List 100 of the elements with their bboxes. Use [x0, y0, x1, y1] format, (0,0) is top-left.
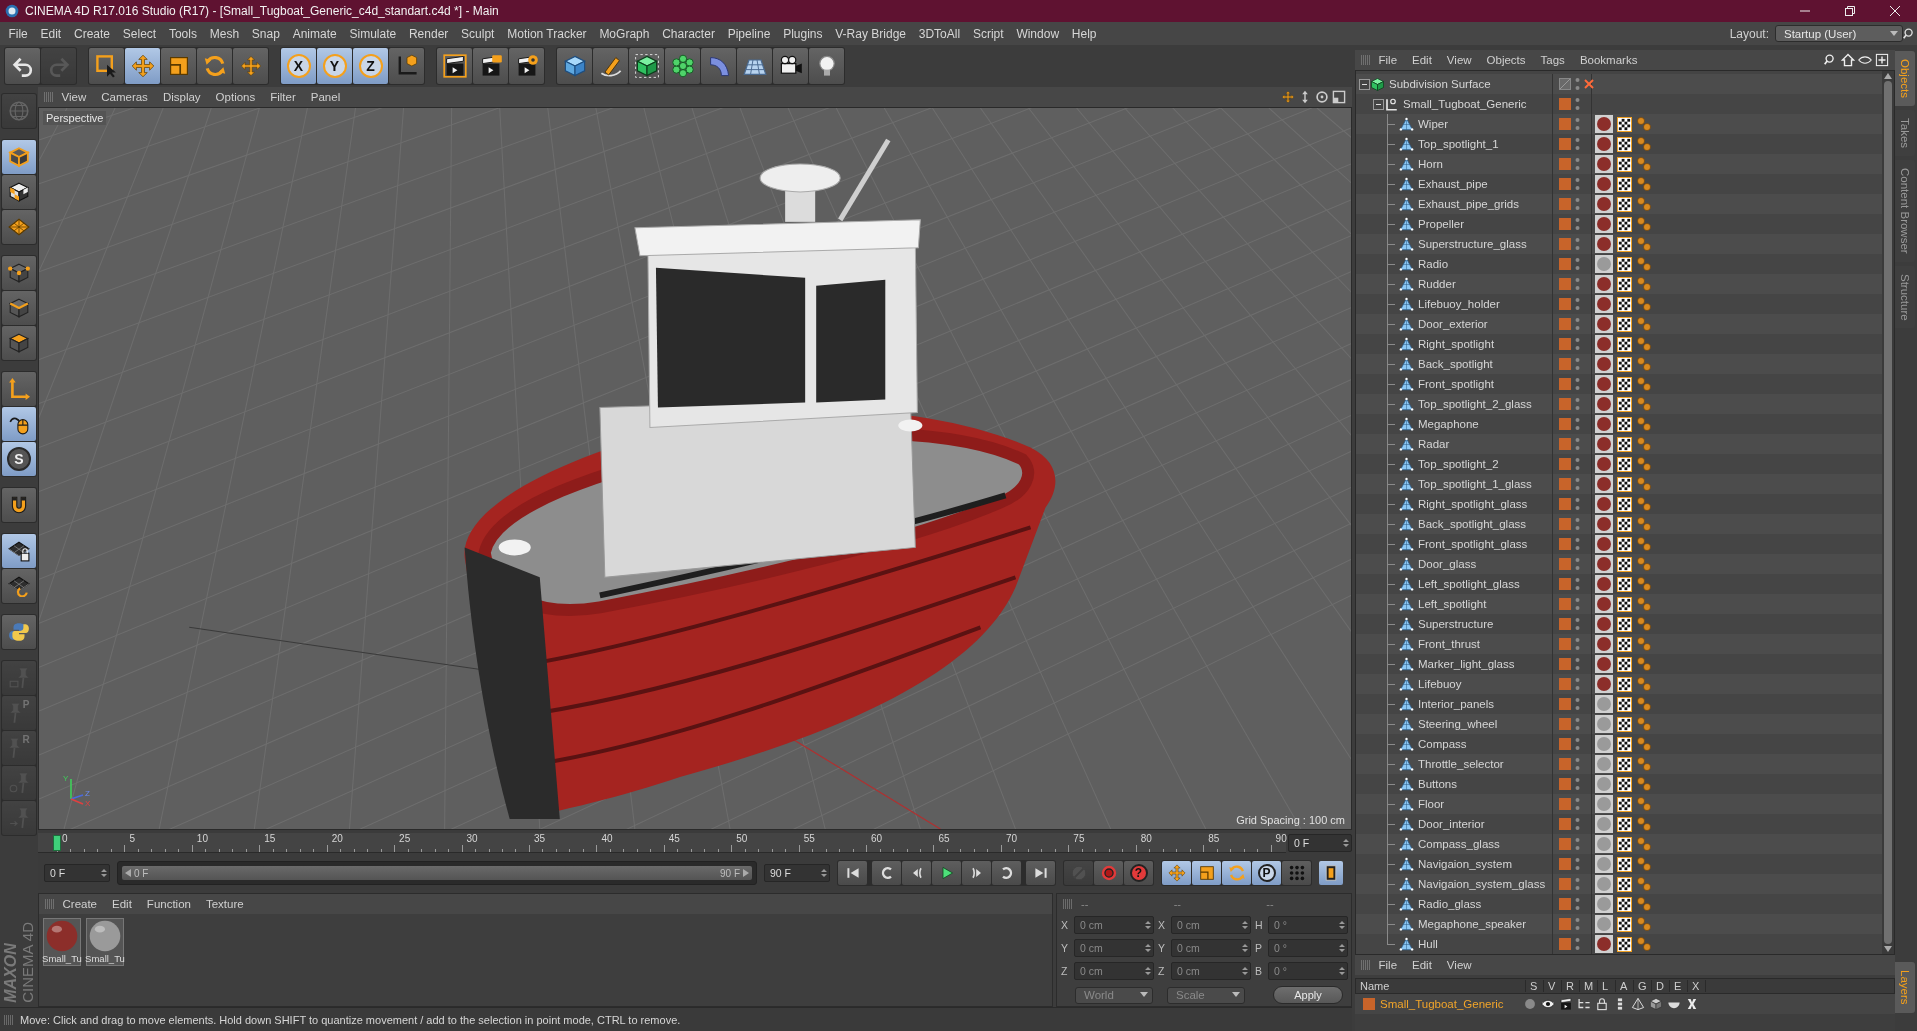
tool-button[interactable] [2, 291, 36, 325]
checker-tag-icon[interactable] [1617, 936, 1632, 952]
column-header[interactable]: L [1598, 980, 1616, 992]
visibility-dots-icon[interactable] [1575, 817, 1580, 831]
two-dots-tag-icon[interactable] [1636, 316, 1652, 332]
checker-tag-icon[interactable] [1617, 196, 1632, 212]
scrollbar[interactable] [1882, 71, 1894, 954]
start-frame-field[interactable]: 0 F [44, 864, 110, 882]
visibility-dots-icon[interactable] [1575, 697, 1580, 711]
visibility-dots-icon[interactable] [1575, 237, 1580, 251]
menu-item[interactable]: Animate [286, 26, 344, 41]
visibility-dots-icon[interactable] [1575, 357, 1580, 371]
two-dots-tag-icon[interactable] [1636, 176, 1652, 192]
visibility-dots-icon[interactable] [1575, 337, 1580, 351]
checker-tag-icon[interactable] [1617, 176, 1632, 192]
material-tag-icon[interactable] [1595, 215, 1613, 233]
visibility-dots-icon[interactable] [1575, 877, 1580, 891]
checker-tag-icon[interactable] [1617, 416, 1632, 432]
tool-button[interactable]: Y [317, 48, 352, 84]
layer-row[interactable]: Small_Tugboat_Generic [1355, 994, 1895, 1014]
tree-row[interactable]: Compass_glass [1356, 834, 1882, 854]
visibility-dots-icon[interactable] [1575, 537, 1580, 551]
two-dots-tag-icon[interactable] [1636, 496, 1652, 512]
menu-item[interactable]: File [1371, 54, 1405, 66]
tool-button[interactable] [629, 48, 664, 84]
viewport[interactable]: Perspective Grid Spacing : 100 cm Y Z X [38, 107, 1352, 830]
two-dots-tag-icon[interactable] [1636, 296, 1652, 312]
tree-row[interactable]: Throttle_selector [1356, 754, 1882, 774]
visibility-dots-icon[interactable] [1575, 297, 1580, 311]
visibility-dots-icon[interactable] [1575, 837, 1580, 851]
visibility-dots-icon[interactable] [1575, 737, 1580, 751]
material-tag-icon[interactable] [1595, 235, 1613, 253]
visibility-dots-icon[interactable] [1575, 717, 1580, 731]
menu-item[interactable]: 3DToAll [912, 26, 967, 41]
tree-row[interactable]: Floor [1356, 794, 1882, 814]
tree-row[interactable]: Navigaion_system_glass [1356, 874, 1882, 894]
column-header[interactable]: Name [1356, 980, 1526, 992]
tool-button[interactable] [89, 48, 124, 84]
maximize-icon[interactable] [1332, 90, 1346, 104]
visibility-dots-icon[interactable] [1575, 857, 1580, 871]
tool-button[interactable] [773, 48, 808, 84]
tree-row[interactable]: Door_glass [1356, 554, 1882, 574]
two-dots-tag-icon[interactable] [1636, 596, 1652, 612]
checker-tag-icon[interactable] [1617, 896, 1632, 912]
visibility-dots-icon[interactable] [1575, 637, 1580, 651]
tool-button[interactable] [2, 175, 36, 209]
eye-icon[interactable] [1858, 53, 1872, 67]
material-tag-icon[interactable] [1595, 515, 1613, 533]
playhead[interactable] [53, 835, 61, 851]
tree-row[interactable]: Lifebuoy [1356, 674, 1882, 694]
menu-item[interactable]: Select [116, 26, 163, 41]
visibility-dots-icon[interactable] [1575, 597, 1580, 611]
two-dots-tag-icon[interactable] [1636, 336, 1652, 352]
material-tag-icon[interactable] [1595, 315, 1613, 333]
tree-row[interactable]: Door_exterior [1356, 314, 1882, 334]
tree-row[interactable]: Front_thrust [1356, 634, 1882, 654]
two-dots-tag-icon[interactable] [1636, 576, 1652, 592]
menu-item[interactable]: Sculpt [454, 26, 501, 41]
menu-item[interactable]: Create [55, 898, 105, 910]
two-dots-tag-icon[interactable] [1636, 816, 1652, 832]
material-tag-icon[interactable] [1595, 195, 1613, 213]
material-tile[interactable]: Small_Tu [86, 918, 124, 966]
collapse-box-icon[interactable] [1359, 78, 1370, 90]
play-button[interactable] [932, 861, 961, 885]
key-button[interactable]: P [1252, 861, 1281, 885]
column-header[interactable]: S [1526, 980, 1544, 992]
hierarchy-icon[interactable] [1577, 997, 1591, 1011]
material-tag-icon[interactable] [1595, 475, 1613, 493]
next-key-button[interactable] [962, 861, 991, 885]
visibility-dots-icon[interactable] [1575, 917, 1580, 931]
checker-tag-icon[interactable] [1617, 696, 1632, 712]
visibility-dots-icon[interactable] [1575, 277, 1580, 291]
checker-tag-icon[interactable] [1617, 916, 1632, 932]
checker-tag-icon[interactable] [1617, 656, 1632, 672]
two-dots-tag-icon[interactable] [1636, 796, 1652, 812]
two-dots-tag-icon[interactable] [1636, 376, 1652, 392]
material-tag-icon[interactable] [1595, 395, 1613, 413]
checker-tag-icon[interactable] [1617, 736, 1632, 752]
material-tile[interactable]: Small_Tu [43, 918, 81, 966]
two-dots-tag-icon[interactable] [1636, 356, 1652, 372]
checker-tag-icon[interactable] [1617, 596, 1632, 612]
material-tag-icon[interactable] [1595, 115, 1613, 133]
material-tag-icon[interactable] [1595, 335, 1613, 353]
checker-tag-icon[interactable] [1617, 636, 1632, 652]
visibility-dots-icon[interactable] [1575, 157, 1580, 171]
visibility-dots-icon[interactable] [1575, 177, 1580, 191]
material-tag-icon[interactable] [1595, 495, 1613, 513]
visibility-dots-icon[interactable] [1575, 437, 1580, 451]
material-tag-icon[interactable] [1595, 415, 1613, 433]
menu-item[interactable]: Simulate [343, 26, 403, 41]
checker-tag-icon[interactable] [1617, 556, 1632, 572]
move-arrows-icon[interactable] [1281, 90, 1295, 104]
tool-button[interactable] [473, 48, 508, 84]
checker-tag-icon[interactable] [1617, 236, 1632, 252]
tool-button[interactable] [2, 256, 36, 290]
coordinate-field[interactable]: 0 ° [1268, 939, 1348, 957]
key-button[interactable] [1162, 861, 1191, 885]
checker-tag-icon[interactable] [1617, 716, 1632, 732]
menu-item[interactable]: Edit [34, 26, 68, 41]
tool-button[interactable] [2, 140, 36, 174]
